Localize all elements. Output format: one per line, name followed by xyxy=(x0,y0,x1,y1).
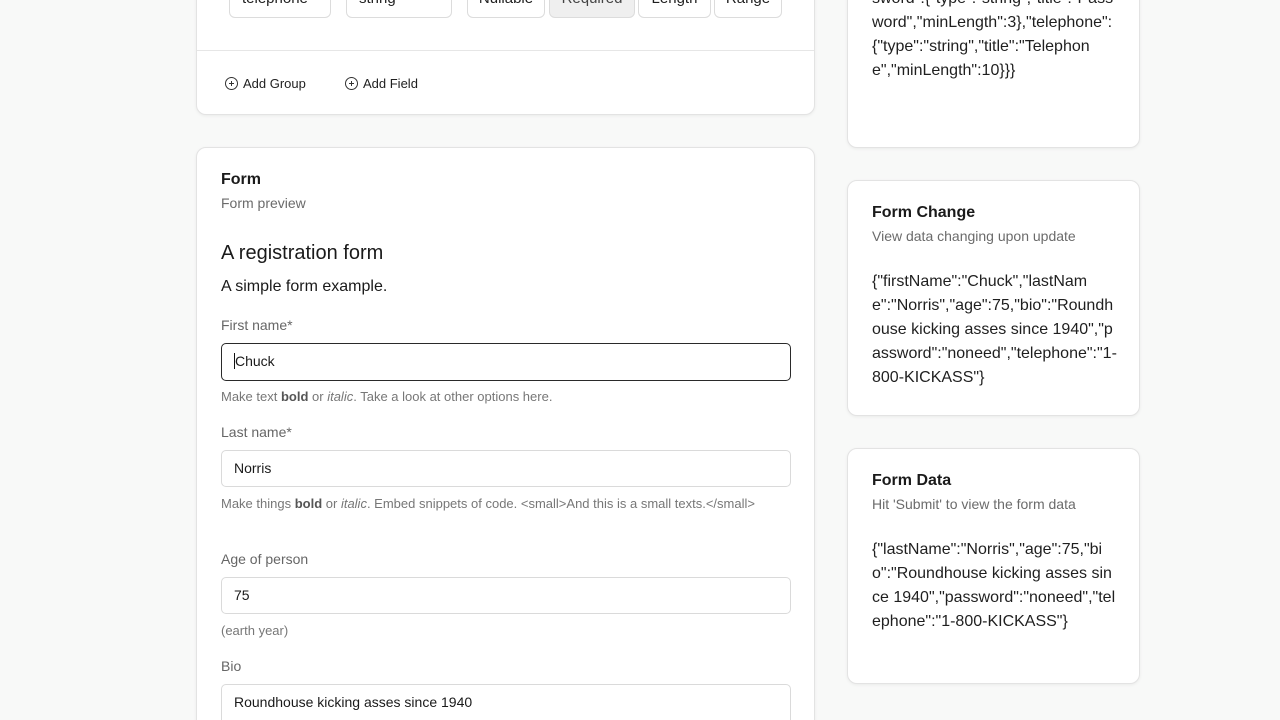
form-change-json: {"firstName":"Chuck","lastName":"Norris"… xyxy=(872,273,1117,386)
card-subtitle: Form preview xyxy=(221,195,306,211)
plus-circle-icon xyxy=(345,76,358,90)
help-text: . Embed snippets of code. <small>And thi… xyxy=(366,496,755,511)
add-group-button[interactable]: Add Group xyxy=(225,73,306,93)
help-text: Make things xyxy=(221,496,295,511)
last-name-label: Last name* xyxy=(221,424,292,440)
add-field-label: Add Field xyxy=(363,75,418,91)
age-help: (earth year) xyxy=(221,623,289,638)
schema-builder-card: telephone string Nullable Required Lengt… xyxy=(196,0,815,115)
required-toggle[interactable]: Required xyxy=(549,0,635,18)
card-subtitle: View data changing upon update xyxy=(872,228,1076,244)
age-label: Age of person xyxy=(221,551,309,567)
first-name-input[interactable]: Chuck xyxy=(221,343,791,381)
form-title: A registration form xyxy=(221,242,384,264)
last-name-value: Norris xyxy=(234,460,272,476)
help-italic: italic xyxy=(327,389,354,404)
bio-value: Roundhouse kicking asses since 1940 xyxy=(234,694,473,710)
help-text: Make text xyxy=(221,389,281,404)
card-title: Form xyxy=(221,171,261,188)
length-toggle[interactable]: Length xyxy=(638,0,711,18)
help-text: or xyxy=(308,389,328,404)
add-field-button[interactable]: Add Field xyxy=(345,73,418,93)
form-data-card: Form Data Hit 'Submit' to view the form … xyxy=(847,448,1140,684)
form-description: A simple form example. xyxy=(221,278,388,295)
card-title: Form Data xyxy=(872,472,952,489)
add-group-label: Add Group xyxy=(243,75,306,91)
field-type-select[interactable]: string xyxy=(346,0,452,18)
first-name-label: First name* xyxy=(221,317,293,333)
help-bold: bold xyxy=(280,389,309,404)
form-preview-card: Form Form preview A registration form A … xyxy=(196,147,815,720)
age-value: 75 xyxy=(234,587,250,603)
bio-textarea[interactable]: Roundhouse kicking asses since 1940 xyxy=(221,684,791,720)
builder-divider xyxy=(197,50,814,51)
form-change-card: Form Change View data changing upon upda… xyxy=(847,180,1140,416)
nullable-toggle[interactable]: Nullable xyxy=(467,0,545,18)
first-name-help: Make text bold or italic. Take a look at… xyxy=(221,387,781,407)
plus-circle-icon xyxy=(225,76,238,90)
schema-json-text: sword":{"type":"string","title":"Passwor… xyxy=(872,0,1113,79)
help-italic: italic xyxy=(340,496,367,511)
range-toggle[interactable]: Range xyxy=(714,0,782,18)
first-name-value: Chuck xyxy=(235,353,275,369)
help-text: . Take a look at other options here. xyxy=(353,389,553,404)
last-name-help: Make things bold or italic. Embed snippe… xyxy=(221,494,781,514)
card-title: Form Change xyxy=(872,204,976,221)
help-bold: bold xyxy=(294,496,323,511)
bio-label: Bio xyxy=(221,658,242,674)
schema-json-card: sword":{"type":"string","title":"Passwor… xyxy=(847,0,1140,148)
last-name-input[interactable]: Norris xyxy=(221,450,791,487)
form-data-json: {"lastName":"Norris","age":75,"bio":"Rou… xyxy=(872,541,1116,630)
help-text: or xyxy=(322,496,341,511)
field-name-input[interactable]: telephone xyxy=(229,0,331,18)
card-subtitle: Hit 'Submit' to view the form data xyxy=(872,496,1076,512)
age-input[interactable]: 75 xyxy=(221,577,791,614)
